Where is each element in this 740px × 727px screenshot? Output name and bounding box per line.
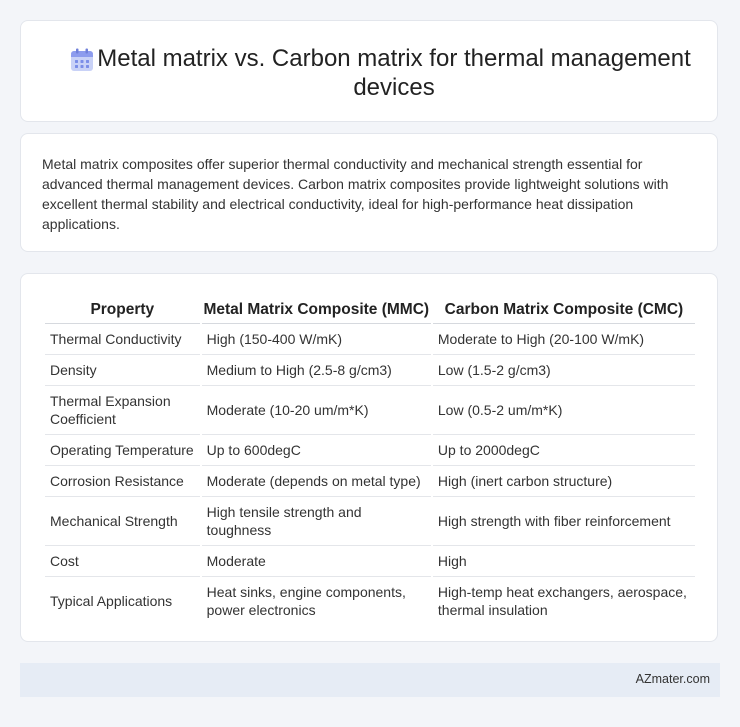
header-mmc: Metal Matrix Composite (MMC) xyxy=(201,294,431,324)
cell-property: Cost xyxy=(45,546,200,577)
table-row: Thermal Expansion Coefficient Moderate (… xyxy=(45,386,695,435)
comparison-card: Property Metal Matrix Composite (MMC) Ca… xyxy=(20,273,718,642)
cell-cmc: High strength with fiber reinforcement xyxy=(432,497,695,546)
cell-cmc: Up to 2000degC xyxy=(432,435,695,466)
title-card: Metal matrix vs. Carbon matrix for therm… xyxy=(20,20,718,122)
table-row: Corrosion Resistance Moderate (depends o… xyxy=(45,466,695,497)
page-title: Metal matrix vs. Carbon matrix for therm… xyxy=(97,45,691,101)
cell-cmc: Moderate to High (20-100 W/mK) xyxy=(432,324,695,355)
cell-cmc: Low (0.5-2 um/m*K) xyxy=(432,386,695,435)
table-row: Operating Temperature Up to 600degC Up t… xyxy=(45,435,695,466)
cell-mmc: Moderate (depends on metal type) xyxy=(201,466,431,497)
cell-cmc: High (inert carbon structure) xyxy=(432,466,695,497)
comparison-table: Property Metal Matrix Composite (MMC) Ca… xyxy=(43,294,697,625)
table-row: Cost Moderate High xyxy=(45,546,695,577)
cell-property: Density xyxy=(45,355,200,386)
table-row: Density Medium to High (2.5-8 g/cm3) Low… xyxy=(45,355,695,386)
table-row: Thermal Conductivity High (150-400 W/mK)… xyxy=(45,324,695,355)
cell-property: Mechanical Strength xyxy=(45,497,200,546)
cell-mmc: Moderate xyxy=(201,546,431,577)
header-property: Property xyxy=(45,294,200,324)
cell-mmc: Medium to High (2.5-8 g/cm3) xyxy=(201,355,431,386)
cell-mmc: High (150-400 W/mK) xyxy=(201,324,431,355)
cell-cmc: Low (1.5-2 g/cm3) xyxy=(432,355,695,386)
cell-property: Typical Applications xyxy=(50,593,173,609)
cell-mmc: Up to 600degC xyxy=(201,435,431,466)
table-row: Mechanical Strength High tensile strengt… xyxy=(45,497,695,546)
cell-mmc: Heat sinks, engine components, power ele… xyxy=(206,584,406,618)
cell-property: Corrosion Resistance xyxy=(45,466,200,497)
intro-card: Metal matrix composites offer superior t… xyxy=(20,133,718,252)
cell-cmc: High xyxy=(432,546,695,577)
header-cmc: Carbon Matrix Composite (CMC) xyxy=(432,294,695,324)
table-row: Typical Applications Heat sinks, engine … xyxy=(45,577,695,625)
cell-property: Thermal Expansion Coefficient xyxy=(45,386,200,435)
cell-cmc: High-temp heat exchangers, aerospace, th… xyxy=(437,584,687,618)
footer-bar: AZmater.com xyxy=(20,663,720,697)
table-header-row: Property Metal Matrix Composite (MMC) Ca… xyxy=(45,294,695,324)
cell-property: Thermal Conductivity xyxy=(45,324,200,355)
intro-paragraph: Metal matrix composites offer superior t… xyxy=(42,156,669,232)
cell-mmc: High tensile strength and toughness xyxy=(201,497,431,546)
cell-property: Operating Temperature xyxy=(45,435,200,466)
footer-brand: AZmater.com xyxy=(635,672,710,686)
cell-mmc: Moderate (10-20 um/m*K) xyxy=(201,386,431,435)
